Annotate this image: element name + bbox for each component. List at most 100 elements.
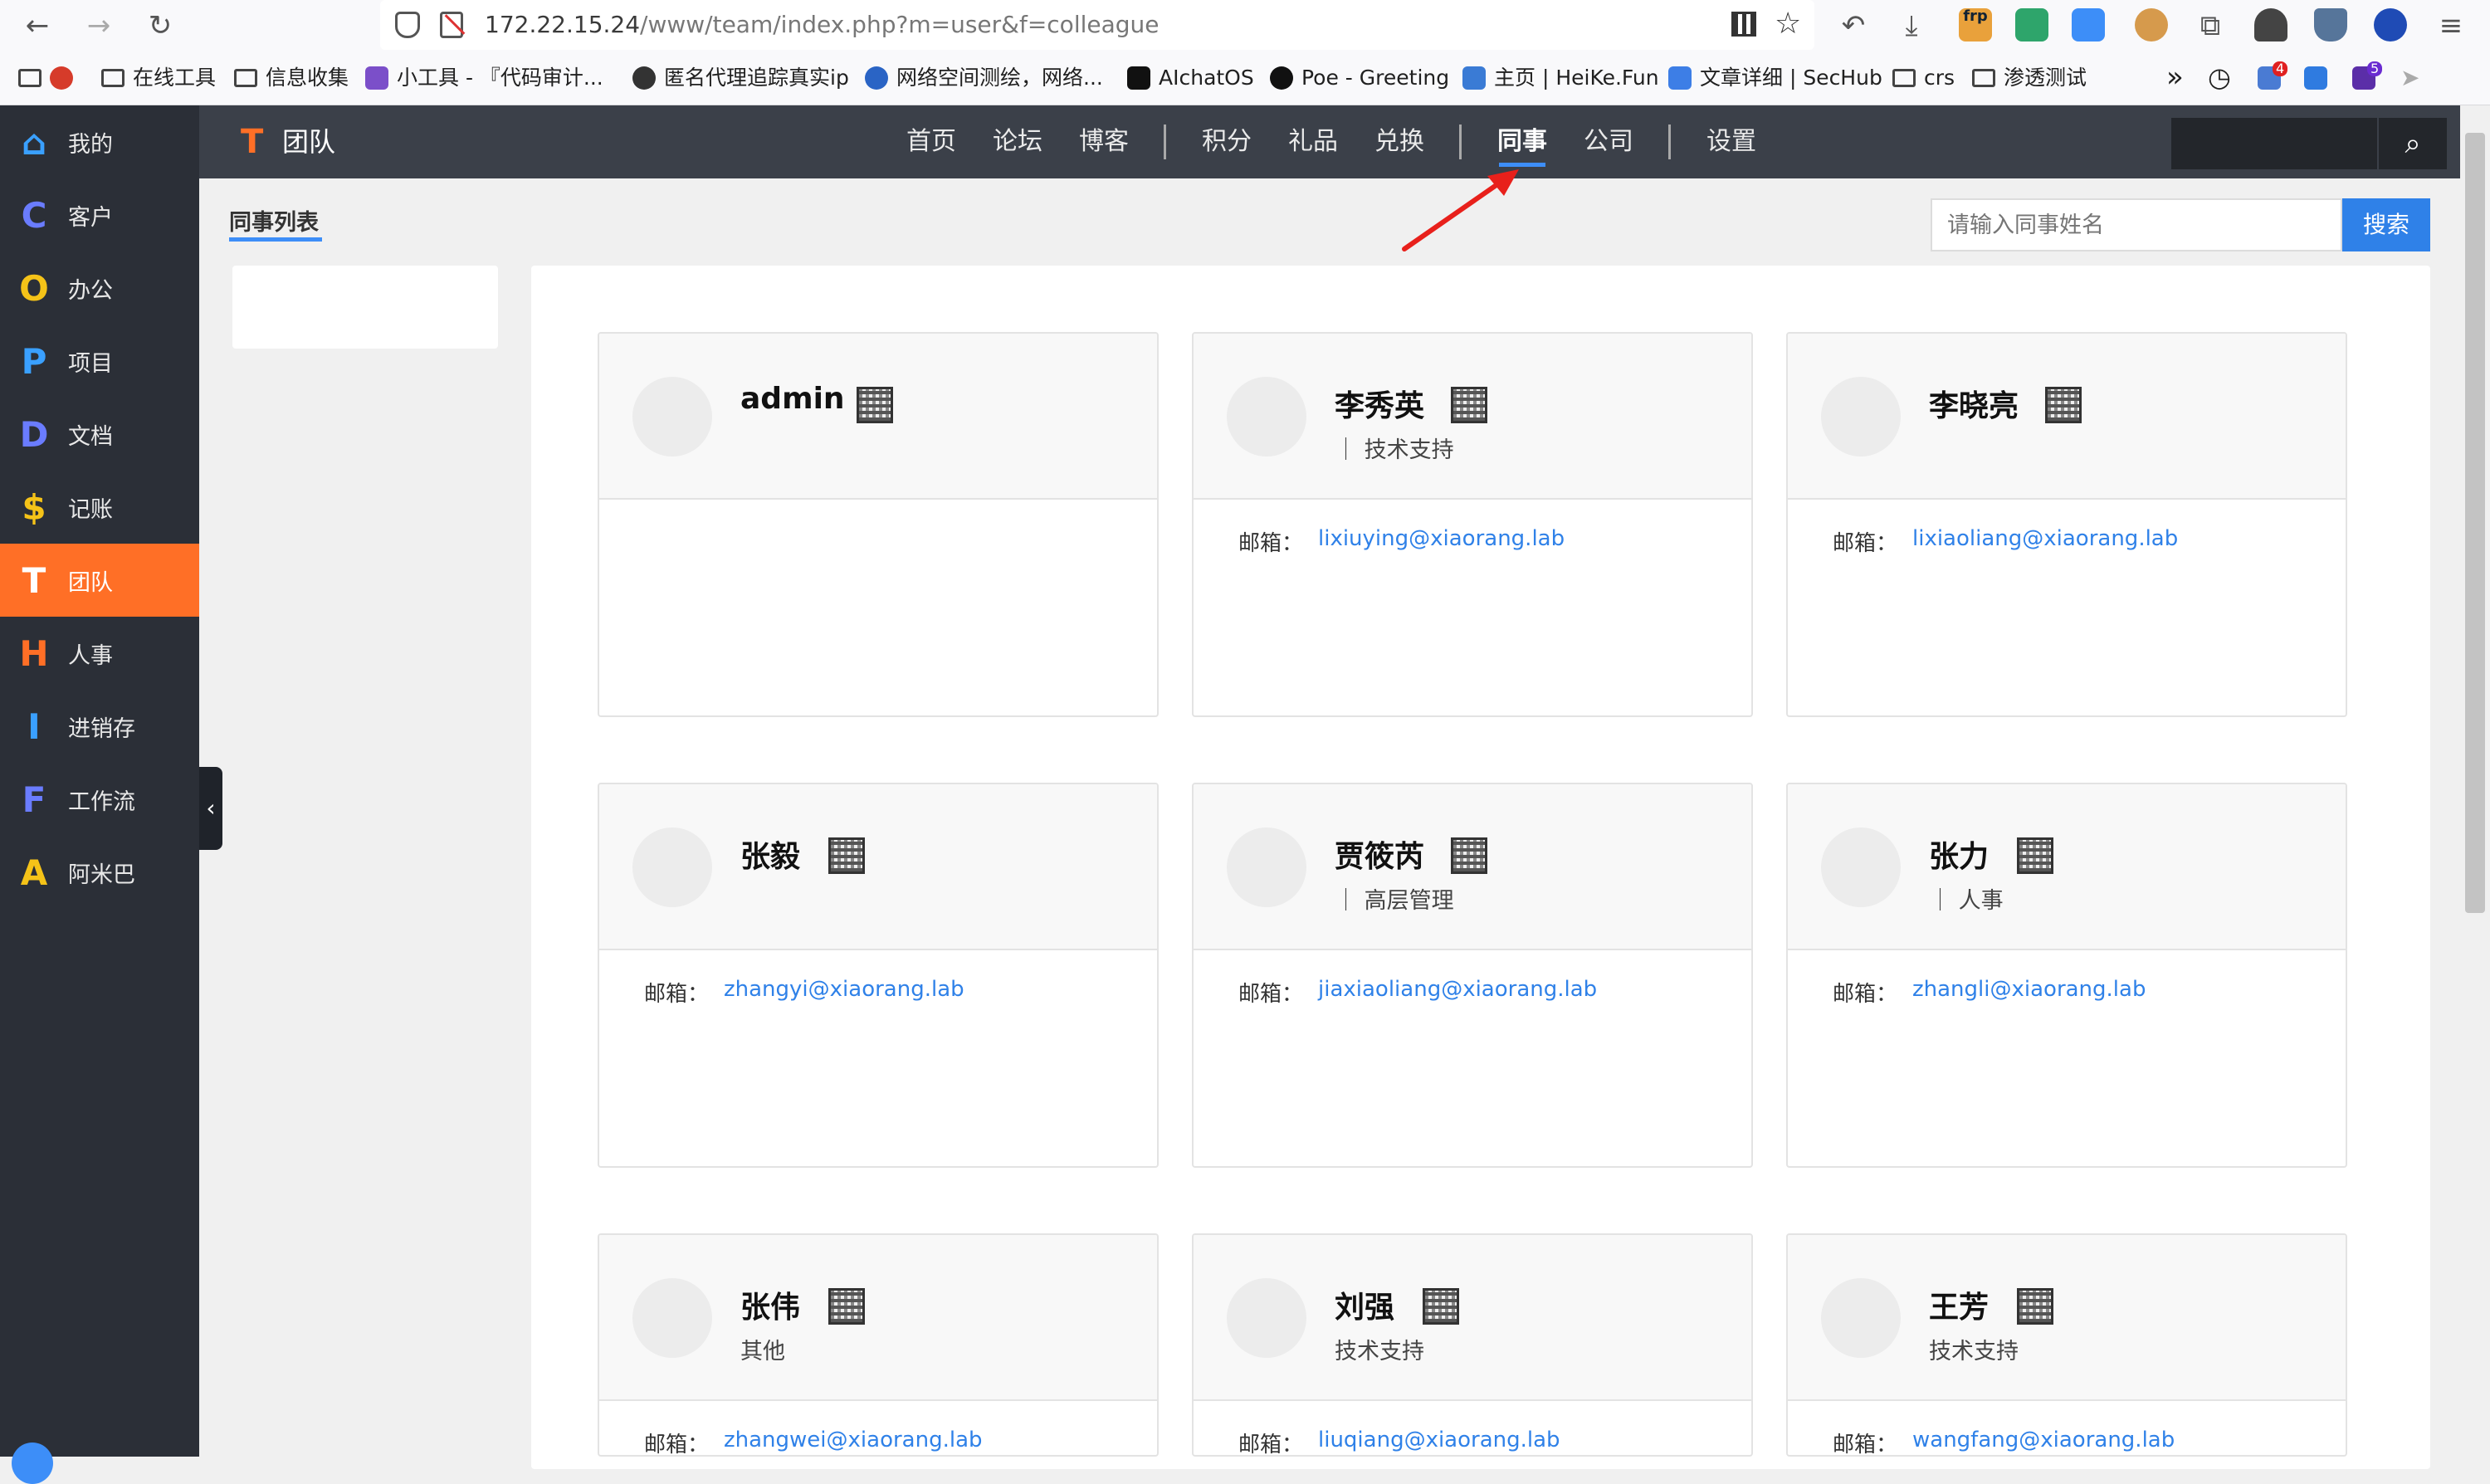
history-clock-icon[interactable]: ◷ — [2208, 50, 2231, 105]
bookmark-star-icon[interactable]: ☆ — [1775, 7, 1801, 41]
bookmarks-overflow-icon[interactable]: » — [2166, 50, 2184, 105]
extension-badge-4[interactable]: 4 — [2258, 50, 2288, 105]
sidebar-item-inventory[interactable]: I 进销存 — [0, 690, 199, 763]
qr-code-icon[interactable] — [828, 1288, 865, 1325]
nav-points[interactable]: 积分 — [1202, 105, 1252, 178]
devtools-extension-icon[interactable] — [2015, 8, 2048, 41]
colleague-card[interactable]: 王芳 技术支持 邮箱： wangfang@xiaorang.lab — [1786, 1233, 2347, 1457]
nav-company[interactable]: 公司 — [1584, 105, 1633, 178]
colleague-card[interactable]: admin — [598, 332, 1159, 717]
qr-code-icon[interactable] — [857, 387, 893, 423]
folder-icon — [18, 68, 42, 87]
sidebar-item-amoeba[interactable]: A 阿米巴 — [0, 836, 199, 909]
sidebar-item-team[interactable]: T 团队 — [0, 544, 199, 617]
colleague-department: ｜ 技术支持 — [1335, 437, 1454, 463]
notification-badge: 4 — [2273, 61, 2288, 76]
extension-badge-5[interactable]: 5 — [2352, 50, 2383, 105]
qr-code-icon[interactable] — [1731, 12, 1756, 37]
paper-plane-icon[interactable]: ➤ — [2400, 50, 2419, 105]
colleague-card[interactable]: 张毅 邮箱： zhangyi@xiaorang.lab — [598, 783, 1159, 1168]
sidebar-label: 我的 — [68, 131, 113, 158]
vk-extension-icon[interactable] — [2304, 50, 2327, 105]
colleague-email-link[interactable]: jiaxiaoliang@xiaorang.lab — [1318, 977, 1597, 1002]
forward-icon[interactable]: → — [80, 7, 118, 45]
profile-extension-icon[interactable] — [2374, 8, 2407, 41]
qr-code-icon[interactable] — [1451, 837, 1487, 874]
colleague-email-link[interactable]: lixiaoliang@xiaorang.lab — [1912, 526, 2178, 551]
global-search-button[interactable]: ⌕ — [2379, 118, 2447, 169]
colleague-email-link[interactable]: zhangli@xiaorang.lab — [1912, 977, 2146, 1002]
nav-forum[interactable]: 论坛 — [993, 105, 1042, 178]
bookmark-site-3[interactable]: 小工具 - 『代码审计... — [365, 50, 603, 105]
folder-icon — [1972, 68, 1995, 87]
sidebar-item-hr[interactable]: H 人事 — [0, 617, 199, 690]
colleague-email-link[interactable]: zhangyi@xiaorang.lab — [724, 977, 964, 1002]
reload-icon[interactable]: ↻ — [141, 7, 179, 45]
sidebar-item-customer[interactable]: C 客户 — [0, 178, 199, 251]
colleague-email-link[interactable]: lixiuying@xiaorang.lab — [1318, 526, 1565, 551]
colleague-name: admin — [740, 382, 845, 416]
nav-blog[interactable]: 博客 — [1079, 105, 1129, 178]
shield-extension-icon[interactable] — [2314, 8, 2347, 41]
avatar — [1821, 827, 1901, 907]
nav-home[interactable]: 首页 — [906, 105, 956, 178]
sidebar-item-workflow[interactable]: F 工作流 — [0, 763, 199, 836]
translate-extension-icon[interactable] — [2072, 8, 2105, 41]
sidebar-item-accounting[interactable]: $ 记账 — [0, 471, 199, 544]
bookmark-folder-2[interactable]: 信息收集 — [234, 50, 349, 105]
folder-icon — [1892, 68, 1916, 87]
undo-icon[interactable]: ↶ — [1834, 7, 1872, 45]
sidebar-collapse-button[interactable]: ‹ — [199, 767, 222, 850]
frp-extension-icon[interactable]: frp — [1959, 8, 1992, 41]
colleague-email-link[interactable]: liuqiang@xiaorang.lab — [1318, 1428, 1560, 1452]
colleague-email-link[interactable]: wangfang@xiaorang.lab — [1912, 1428, 2175, 1452]
bookmark-site-9[interactable]: 文章详细 | SecHub — [1668, 50, 1882, 105]
card-header: 李秀英 ｜ 技术支持 — [1194, 334, 1751, 500]
sidebar-label: 客户 — [68, 204, 113, 231]
menu-hamburger-icon[interactable]: ≡ — [2432, 7, 2470, 45]
bookmark-folder-11[interactable]: 渗透测试 — [1972, 50, 2087, 105]
back-icon[interactable]: ← — [18, 7, 56, 45]
bookmark-site-7[interactable]: Poe - Greeting — [1270, 50, 1449, 105]
sidebar-item-project[interactable]: P 项目 — [0, 325, 199, 398]
scrollbar-thumb[interactable] — [2465, 133, 2485, 913]
colleague-card[interactable]: 李晓亮 邮箱： lixiaoliang@xiaorang.lab — [1786, 332, 2347, 717]
sidebar-item-mine[interactable]: ⌂ 我的 — [0, 105, 199, 178]
bookmark-folder-0[interactable] — [18, 50, 73, 105]
cookie-extension-icon[interactable] — [2135, 8, 2168, 41]
colleague-name: 张力 — [1929, 840, 1990, 874]
bookmark-site-8[interactable]: 主页 | HeiKe.Fun — [1462, 50, 1659, 105]
bookmark-site-5[interactable]: 网络空间测绘，网络... — [865, 50, 1103, 105]
nav-gifts[interactable]: 礼品 — [1288, 105, 1338, 178]
search-button[interactable]: 搜索 — [2342, 198, 2430, 251]
bookmark-site-4[interactable]: 匿名代理追踪真实ip — [632, 50, 849, 105]
url-text[interactable]: 172.22.15.24/www/team/index.php?m=user&f… — [485, 0, 1160, 50]
user-avatar[interactable] — [12, 1443, 53, 1484]
spy-extension-icon[interactable] — [2254, 8, 2287, 41]
bookmark-folder-1[interactable]: 在线工具 — [101, 50, 216, 105]
sidebar-item-office[interactable]: O 办公 — [0, 251, 199, 325]
global-search-input[interactable] — [2171, 118, 2377, 169]
shield-icon[interactable] — [395, 12, 420, 38]
qr-code-icon[interactable] — [2017, 1288, 2053, 1325]
bookmark-site-6[interactable]: AIchatOS — [1127, 50, 1254, 105]
colleague-card[interactable]: 张力 ｜ 人事 邮箱： zhangli@xiaorang.lab — [1786, 783, 2347, 1168]
qr-code-icon[interactable] — [1423, 1288, 1459, 1325]
colleague-card[interactable]: 贾筱芮 ｜ 高层管理 邮箱： jiaxiaoliang@xiaorang.lab — [1192, 783, 1753, 1168]
url-bar[interactable]: 172.22.15.24/www/team/index.php?m=user&f… — [380, 0, 1814, 50]
nav-settings[interactable]: 设置 — [1706, 105, 1756, 178]
qr-code-icon[interactable] — [1451, 387, 1487, 423]
colleague-card[interactable]: 李秀英 ｜ 技术支持 邮箱： lixiuying@xiaorang.lab — [1192, 332, 1753, 717]
colleague-card[interactable]: 张伟 其他 邮箱： zhangwei@xiaorang.lab — [598, 1233, 1159, 1457]
colleague-email-link[interactable]: zhangwei@xiaorang.lab — [724, 1428, 983, 1452]
colleague-search-input[interactable] — [1931, 198, 2342, 251]
search-icon: ⌕ — [2405, 127, 2421, 160]
qr-code-icon[interactable] — [828, 837, 865, 874]
extensions-puzzle-icon[interactable]: ⧉ — [2191, 7, 2229, 45]
bookmark-folder-10[interactable]: crs — [1892, 50, 1955, 105]
download-icon[interactable]: ⤓ — [1892, 7, 1931, 45]
qr-code-icon[interactable] — [2045, 387, 2082, 423]
qr-code-icon[interactable] — [2017, 837, 2053, 874]
sidebar-item-document[interactable]: D 文档 — [0, 398, 199, 471]
colleague-card[interactable]: 刘强 技术支持 邮箱： liuqiang@xiaorang.lab — [1192, 1233, 1753, 1457]
